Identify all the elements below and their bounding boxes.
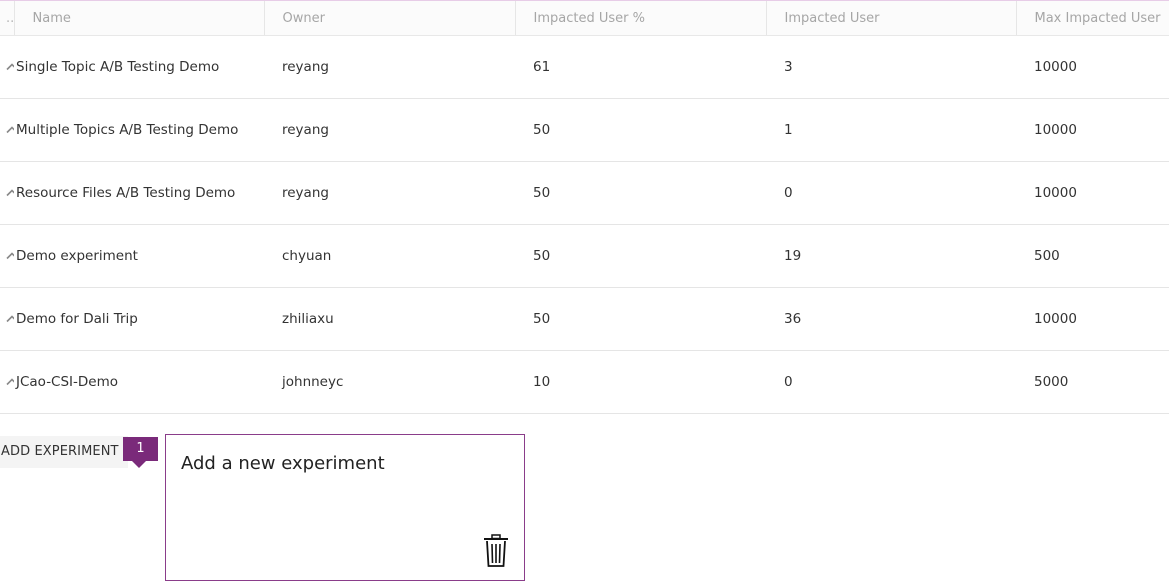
- row-expand-cell: [0, 161, 14, 225]
- cell-owner: reyang: [264, 161, 515, 225]
- row-expand-cell: [0, 350, 14, 414]
- table-row[interactable]: Single Topic A/B Testing Demo reyang 61 …: [0, 35, 1169, 99]
- cell-impacted-user: 0: [766, 350, 1016, 414]
- callout-text: Add a new experiment: [181, 453, 385, 474]
- badge-pointer: [132, 461, 146, 468]
- table-row[interactable]: Resource Files A/B Testing Demo reyang 5…: [0, 161, 1169, 225]
- cell-name: Demo for Dali Trip: [14, 287, 264, 351]
- cell-name: JCao-CSI-Demo: [14, 350, 264, 414]
- cell-owner: johnneyc: [264, 350, 515, 414]
- cell-name: Resource Files A/B Testing Demo: [14, 161, 264, 225]
- column-header-name[interactable]: Name: [14, 1, 265, 36]
- row-expand-cell: [0, 287, 14, 351]
- column-header-expand[interactable]: ..: [0, 1, 15, 36]
- cell-impacted-user-percent: 61: [515, 35, 766, 99]
- cell-impacted-user: 19: [766, 224, 1016, 288]
- notification-badge: 1: [123, 437, 158, 461]
- experiments-page: .. Name Owner Impacted User % Impacted U…: [0, 0, 1169, 588]
- cell-owner: reyang: [264, 98, 515, 162]
- cell-name: Single Topic A/B Testing Demo: [14, 35, 264, 99]
- cell-max-impacted-user: 10000: [1016, 35, 1169, 99]
- cell-owner: chyuan: [264, 224, 515, 288]
- row-expand-cell: [0, 98, 14, 162]
- cell-name: Demo experiment: [14, 224, 264, 288]
- cell-owner: reyang: [264, 35, 515, 99]
- chevron-up-icon[interactable]: [4, 122, 14, 138]
- cell-name: Multiple Topics A/B Testing Demo: [14, 98, 264, 162]
- add-experiment-button[interactable]: ADD EXPERIMENT: [0, 436, 128, 468]
- cell-max-impacted-user: 5000: [1016, 350, 1169, 414]
- chevron-up-icon[interactable]: [4, 248, 14, 264]
- cell-impacted-user: 1: [766, 98, 1016, 162]
- table-row[interactable]: Demo for Dali Trip zhiliaxu 50 36 10000: [0, 287, 1169, 351]
- cell-owner: zhiliaxu: [264, 287, 515, 351]
- cell-impacted-user: 36: [766, 287, 1016, 351]
- column-header-max-impacted-user[interactable]: Max Impacted User: [1016, 1, 1169, 36]
- cell-max-impacted-user: 10000: [1016, 287, 1169, 351]
- table-header-row: .. Name Owner Impacted User % Impacted U…: [0, 1, 1169, 36]
- cell-impacted-user-percent: 50: [515, 287, 766, 351]
- cell-max-impacted-user: 10000: [1016, 98, 1169, 162]
- chevron-up-icon[interactable]: [4, 311, 14, 327]
- cell-impacted-user-percent: 50: [515, 161, 766, 225]
- chevron-up-icon[interactable]: [4, 374, 14, 390]
- chevron-up-icon[interactable]: [4, 185, 14, 201]
- column-header-impacted-user-percent[interactable]: Impacted User %: [515, 1, 767, 36]
- table-row[interactable]: Demo experiment chyuan 50 19 500: [0, 224, 1169, 288]
- cell-max-impacted-user: 500: [1016, 224, 1169, 288]
- trash-icon[interactable]: [482, 534, 510, 568]
- chevron-up-icon[interactable]: [4, 59, 14, 75]
- row-expand-cell: [0, 35, 14, 99]
- cell-impacted-user-percent: 50: [515, 98, 766, 162]
- cell-impacted-user-percent: 10: [515, 350, 766, 414]
- table-row[interactable]: JCao-CSI-Demo johnneyc 10 0 5000: [0, 350, 1169, 414]
- cell-impacted-user: 3: [766, 35, 1016, 99]
- experiments-table: .. Name Owner Impacted User % Impacted U…: [0, 1, 1169, 414]
- cell-max-impacted-user: 10000: [1016, 161, 1169, 225]
- add-experiment-callout: Add a new experiment: [165, 434, 525, 581]
- column-header-owner[interactable]: Owner: [264, 1, 516, 36]
- cell-impacted-user-percent: 50: [515, 224, 766, 288]
- column-header-impacted-user[interactable]: Impacted User: [766, 1, 1017, 36]
- row-expand-cell: [0, 224, 14, 288]
- cell-impacted-user: 0: [766, 161, 1016, 225]
- table-row[interactable]: Multiple Topics A/B Testing Demo reyang …: [0, 98, 1169, 162]
